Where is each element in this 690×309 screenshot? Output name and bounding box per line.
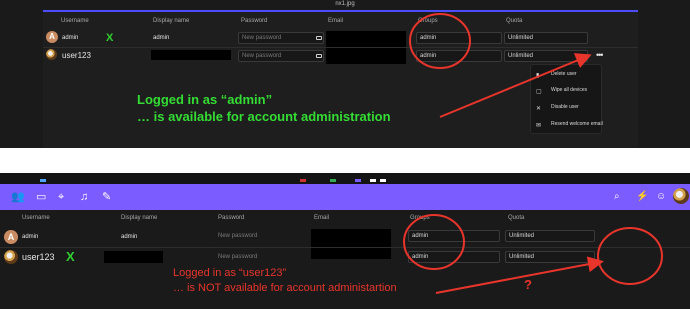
highlight-circle-groups (409, 13, 471, 69)
annotation-arrow (439, 53, 592, 118)
highlight-circle-missing-menu (597, 227, 663, 285)
highlight-circle-groups (403, 214, 465, 270)
annotation-overlay (403, 13, 663, 294)
annotation-arrow (435, 256, 604, 294)
